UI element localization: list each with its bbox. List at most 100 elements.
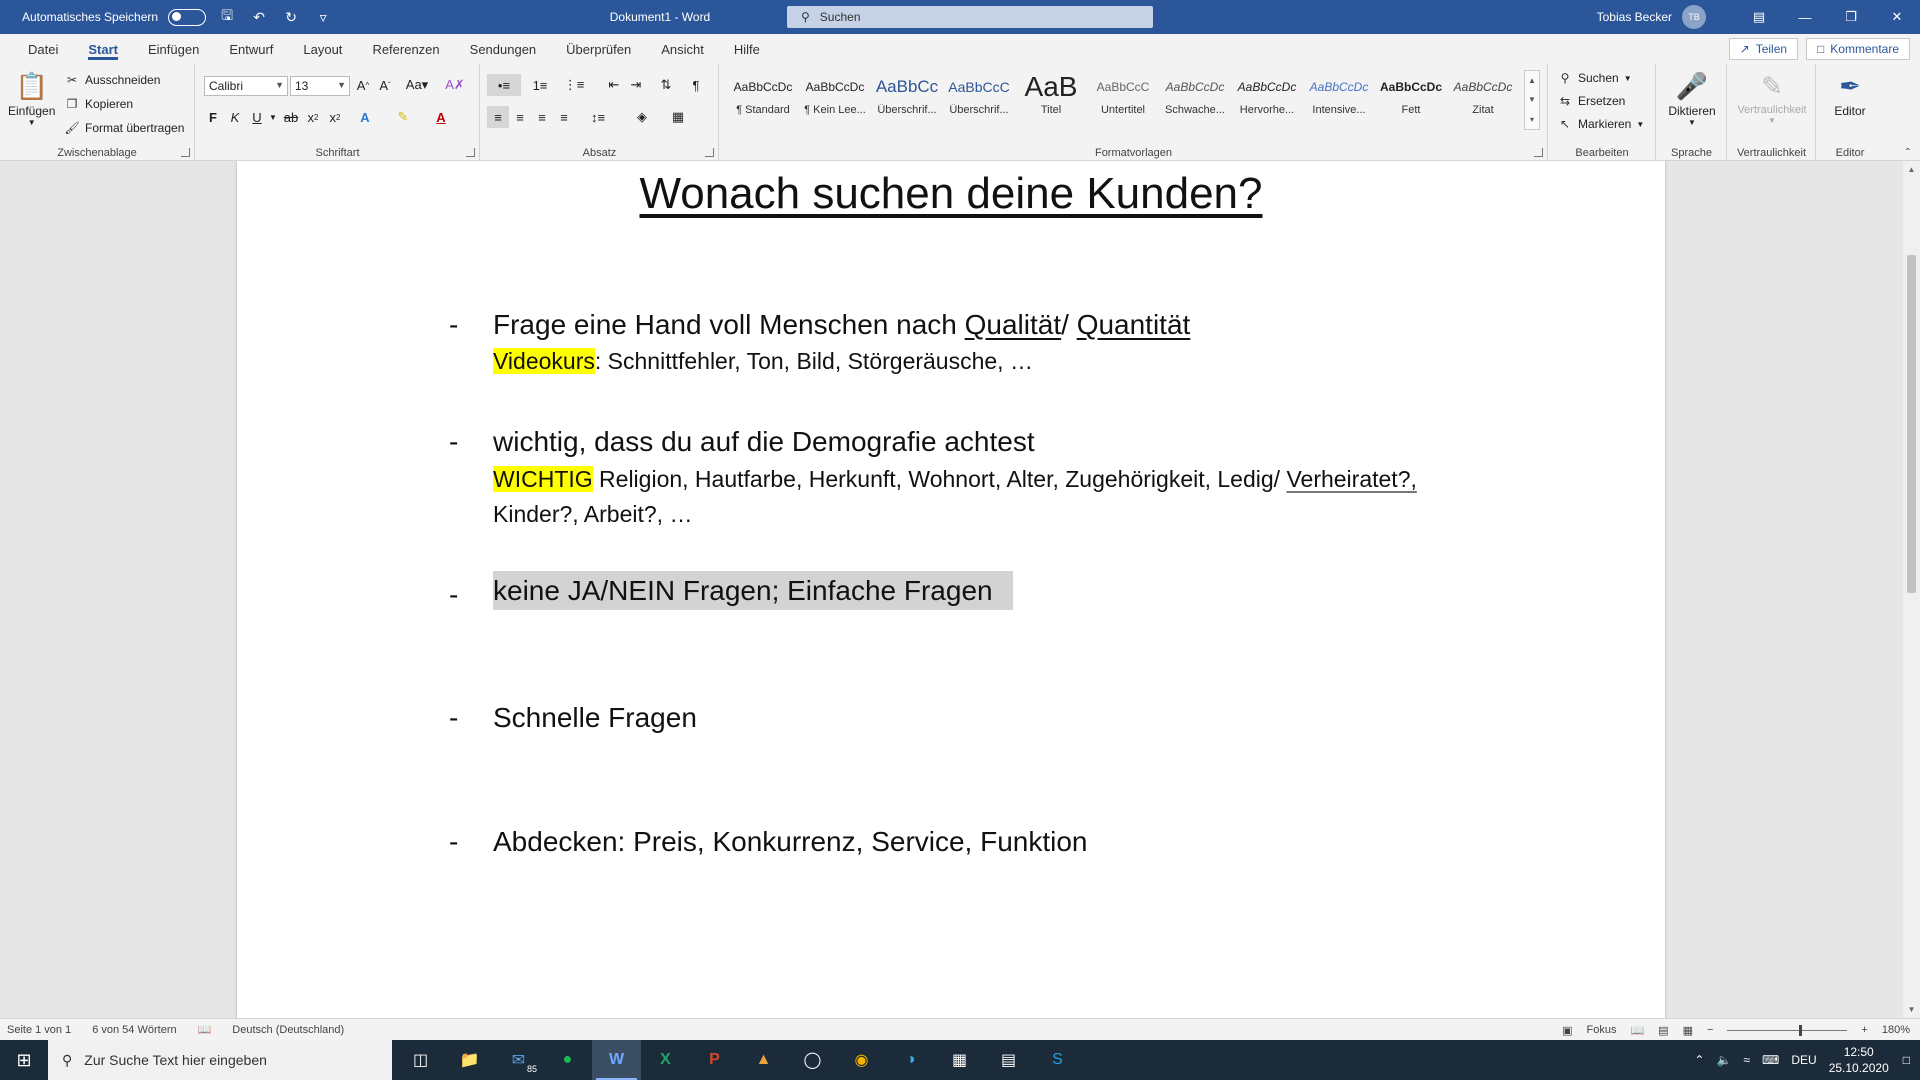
dialog-launcher-icon[interactable]: [181, 148, 190, 157]
grow-font-icon[interactable]: A ^: [352, 74, 374, 96]
tab-referenzen[interactable]: Referenzen: [357, 34, 454, 64]
network-icon[interactable]: ≈: [1743, 1053, 1750, 1067]
chevron-up-icon[interactable]: ▲: [1528, 76, 1536, 85]
tab-datei[interactable]: Datei: [13, 34, 73, 64]
edge-icon[interactable]: ◑: [886, 1040, 935, 1080]
shrink-font-icon[interactable]: Aˇ: [374, 74, 396, 96]
style-strong[interactable]: AaBbCcDc Fett: [1376, 70, 1446, 136]
style-emphasis[interactable]: AaBbCcDc Hervorhe...: [1232, 70, 1302, 136]
style-subtle-emphasis[interactable]: AaBbCcDc Schwache...: [1160, 70, 1230, 136]
superscript-icon[interactable]: x2: [324, 106, 346, 128]
copy-button[interactable]: ❐ Kopieren: [64, 96, 133, 112]
zoom-level[interactable]: 180%: [1882, 1024, 1910, 1036]
font-name-combo[interactable]: Calibri ▼: [204, 76, 288, 96]
zoom-slider-thumb[interactable]: [1799, 1024, 1803, 1036]
pilcrow-icon[interactable]: ¶: [685, 74, 707, 96]
styles-gallery-scroll[interactable]: ▲ ▼ ▾: [1524, 70, 1540, 130]
sensitivity-button[interactable]: ✎ Vertraulichkeit ▼: [1732, 68, 1812, 126]
volume-icon[interactable]: 🔈: [1716, 1053, 1731, 1067]
clear-formatting-icon[interactable]: A✗: [444, 74, 466, 96]
font-size-combo[interactable]: 13 ▼: [290, 76, 350, 96]
paste-button[interactable]: 📋 Einfügen ▼: [8, 68, 55, 128]
replace-button[interactable]: ⇆ Ersetzen: [1557, 93, 1625, 109]
language-indicator[interactable]: Deutsch (Deutschland): [232, 1024, 344, 1036]
notification-icon[interactable]: □: [1903, 1053, 1910, 1067]
font-color-icon[interactable]: A: [430, 106, 452, 128]
windows-start-icon[interactable]: ⊞: [0, 1040, 48, 1080]
style-heading-1[interactable]: AaBbCc Überschrif...: [872, 70, 942, 136]
collapse-ribbon-icon[interactable]: ⌃: [1904, 147, 1912, 158]
share-button[interactable]: ↗ Teilen: [1728, 38, 1799, 60]
focus-icon[interactable]: ▣: [1562, 1024, 1572, 1037]
skype-icon[interactable]: S: [1033, 1040, 1082, 1080]
user-name[interactable]: Tobias Becker: [1597, 10, 1672, 24]
style-heading-2[interactable]: AaBbCcC Überschrif...: [944, 70, 1014, 136]
change-case-icon[interactable]: Aa▾: [402, 74, 432, 96]
highlighter-icon[interactable]: ✎: [392, 106, 414, 128]
keyboard-icon[interactable]: ⌨: [1762, 1053, 1779, 1067]
gallery-more-icon[interactable]: ▾: [1530, 115, 1534, 124]
cut-button[interactable]: ✂ Ausschneiden: [64, 72, 160, 88]
align-center-icon[interactable]: ≡: [509, 106, 531, 128]
zoom-in-icon[interactable]: +: [1861, 1024, 1867, 1036]
app-icon[interactable]: ▤: [984, 1040, 1033, 1080]
shading-icon[interactable]: ◈: [627, 106, 657, 128]
select-button[interactable]: ↖ Markieren ▼: [1557, 116, 1644, 132]
chevron-up-icon[interactable]: ⌃: [1694, 1053, 1704, 1067]
style-standard[interactable]: AaBbCcDc ¶ Standard: [728, 70, 798, 136]
italic-icon[interactable]: K: [224, 106, 246, 128]
style-intense-emphasis[interactable]: AaBbCcDc Intensive...: [1304, 70, 1374, 136]
print-layout-icon[interactable]: ▤: [1658, 1024, 1668, 1037]
numbering-icon[interactable]: 1≡: [525, 74, 555, 96]
autosave-toggle[interactable]: [168, 8, 207, 26]
app-icon[interactable]: ▦: [935, 1040, 984, 1080]
tab-ansicht[interactable]: Ansicht: [646, 34, 719, 64]
tab-entwurf[interactable]: Entwurf: [214, 34, 288, 64]
tab-layout[interactable]: Layout: [288, 34, 357, 64]
dictate-button[interactable]: 🎤 Diktieren ▼: [1663, 68, 1721, 128]
minimize-icon[interactable]: —: [1782, 0, 1828, 34]
restore-icon[interactable]: ❐: [1828, 0, 1874, 34]
align-left-icon[interactable]: ≡: [487, 106, 509, 128]
justify-icon[interactable]: ≡: [553, 106, 575, 128]
sort-icon[interactable]: ⇅: [655, 74, 677, 96]
dialog-launcher-icon[interactable]: [1534, 148, 1543, 157]
style-no-spacing[interactable]: AaBbCcDc ¶ Kein Lee...: [800, 70, 870, 136]
scrollbar-thumb[interactable]: [1907, 255, 1916, 593]
proofing-icon[interactable]: 📖: [198, 1023, 212, 1036]
comments-button[interactable]: □ Kommentare: [1806, 38, 1910, 60]
scroll-down-icon[interactable]: ▼: [1907, 1005, 1916, 1014]
document-page[interactable]: Wonach suchen deine Kunden? - Frage eine…: [237, 161, 1665, 1018]
tab-ueberpruefen[interactable]: Überprüfen: [551, 34, 646, 64]
app-icon[interactable]: ▲: [739, 1040, 788, 1080]
tab-hilfe[interactable]: Hilfe: [719, 34, 775, 64]
zoom-out-icon[interactable]: −: [1707, 1024, 1713, 1036]
vertical-scrollbar[interactable]: ▲ ▼: [1903, 161, 1920, 1018]
zoom-slider[interactable]: [1727, 1024, 1848, 1036]
web-layout-icon[interactable]: ▦: [1683, 1024, 1693, 1037]
tab-einfuegen[interactable]: Einfügen: [133, 34, 214, 64]
search-box[interactable]: ⚲ Suchen: [787, 6, 1153, 28]
strikethrough-icon[interactable]: ab: [280, 106, 302, 128]
bold-icon[interactable]: F: [202, 106, 224, 128]
obs-icon[interactable]: ◯: [788, 1040, 837, 1080]
excel-icon[interactable]: X: [641, 1040, 690, 1080]
subscript-icon[interactable]: x2: [302, 106, 324, 128]
task-view-icon[interactable]: ◫: [396, 1040, 445, 1080]
clock[interactable]: 12:50 25.10.2020: [1829, 1044, 1889, 1076]
file-explorer-icon[interactable]: 📁: [445, 1040, 494, 1080]
spotify-icon[interactable]: ●: [543, 1040, 592, 1080]
taskbar-search[interactable]: ⚲ Zur Suche Text hier eingeben: [48, 1040, 392, 1080]
increase-indent-icon[interactable]: ⇥: [625, 74, 647, 96]
language-indicator[interactable]: DEU: [1791, 1053, 1816, 1067]
editor-button[interactable]: ✒ Editor: [1823, 68, 1877, 119]
save-icon[interactable]: 🖫: [216, 6, 238, 28]
text-effects-icon[interactable]: A: [354, 106, 376, 128]
mail-icon[interactable]: ✉ 85: [494, 1040, 543, 1080]
customize-quick-access-icon[interactable]: ▿: [312, 6, 334, 28]
style-subtitle[interactable]: AaBbCcC Untertitel: [1088, 70, 1158, 136]
dialog-launcher-icon[interactable]: [466, 148, 475, 157]
align-right-icon[interactable]: ≡: [531, 106, 553, 128]
bullets-icon[interactable]: •≡: [487, 74, 521, 96]
format-painter-button[interactable]: 🖌 Format übertragen: [64, 120, 184, 136]
